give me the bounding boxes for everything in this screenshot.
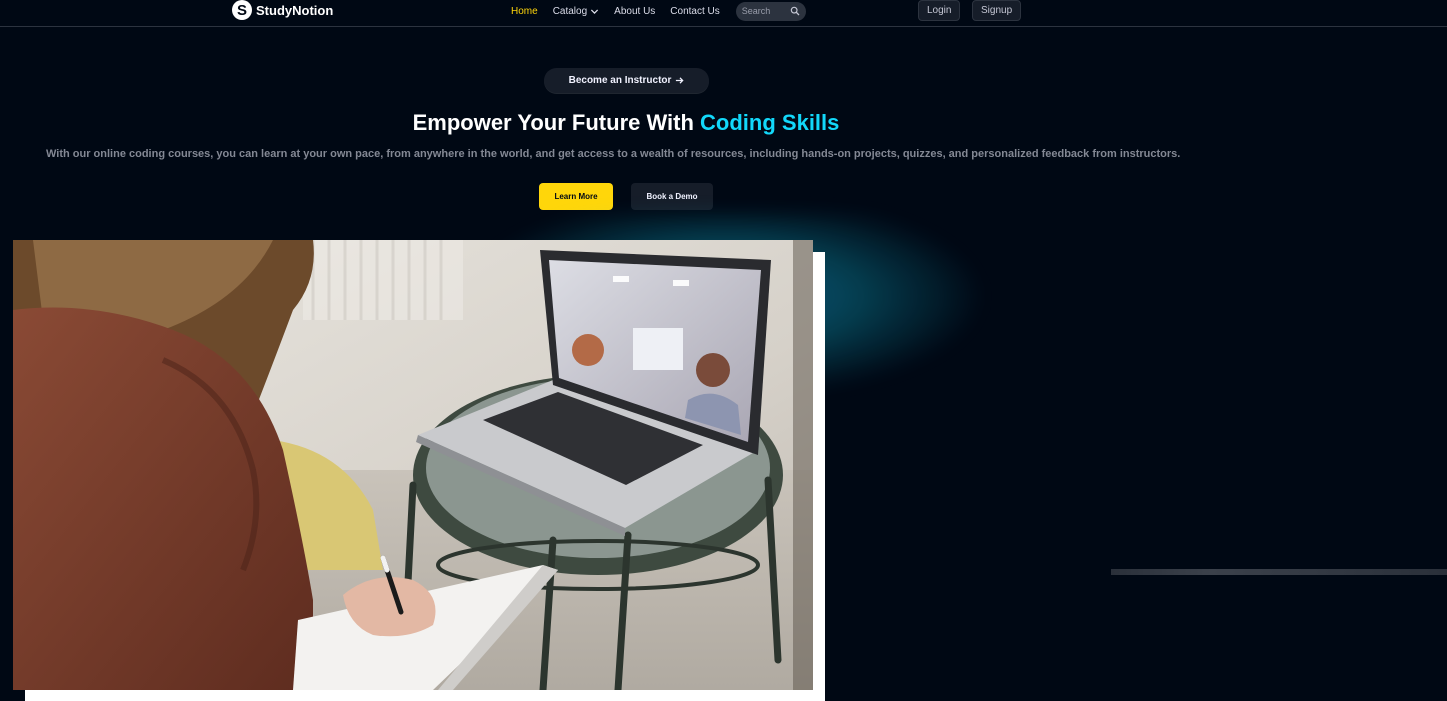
nav-links: Home Catalog About Us Contact Us Search [511, 1, 806, 21]
hero-video[interactable] [13, 240, 813, 690]
become-instructor-label: Become an Instructor [568, 75, 672, 86]
nav-link-catalog-label: Catalog [552, 5, 588, 17]
hero-title: Empower Your Future With Coding Skills [0, 110, 1252, 136]
hero-video-illustration [13, 240, 813, 690]
decorative-line [1111, 569, 1447, 575]
learn-more-button[interactable]: Learn More [539, 183, 613, 210]
nav-link-contact[interactable]: Contact Us [670, 6, 719, 17]
hero-subtitle: With our online coding courses, you can … [46, 148, 1181, 160]
signup-button[interactable]: Signup [972, 0, 1022, 21]
nav-link-home[interactable]: Home [511, 6, 538, 17]
login-button[interactable]: Login [918, 0, 961, 21]
navbar: S StudyNotion Home Catalog About Us Cont… [0, 0, 1447, 27]
book-demo-button[interactable]: Book a Demo [631, 183, 713, 210]
brand-logo[interactable]: S StudyNotion [232, 0, 333, 20]
search-input[interactable]: Search [735, 1, 806, 21]
nav-link-catalog[interactable]: Catalog [553, 6, 599, 17]
search-placeholder: Search [741, 6, 771, 16]
brand-logo-icon: S [232, 0, 252, 20]
brand-name: StudyNotion [256, 2, 334, 18]
become-instructor-button[interactable]: Become an Instructor [544, 68, 709, 93]
search-icon [790, 6, 800, 16]
hero-title-prefix: Empower Your Future With [412, 110, 701, 135]
hero-title-highlight: Coding Skills [700, 110, 840, 135]
arrow-right-icon [676, 77, 684, 84]
nav-link-about[interactable]: About Us [614, 6, 655, 17]
chevron-down-icon [591, 8, 599, 14]
